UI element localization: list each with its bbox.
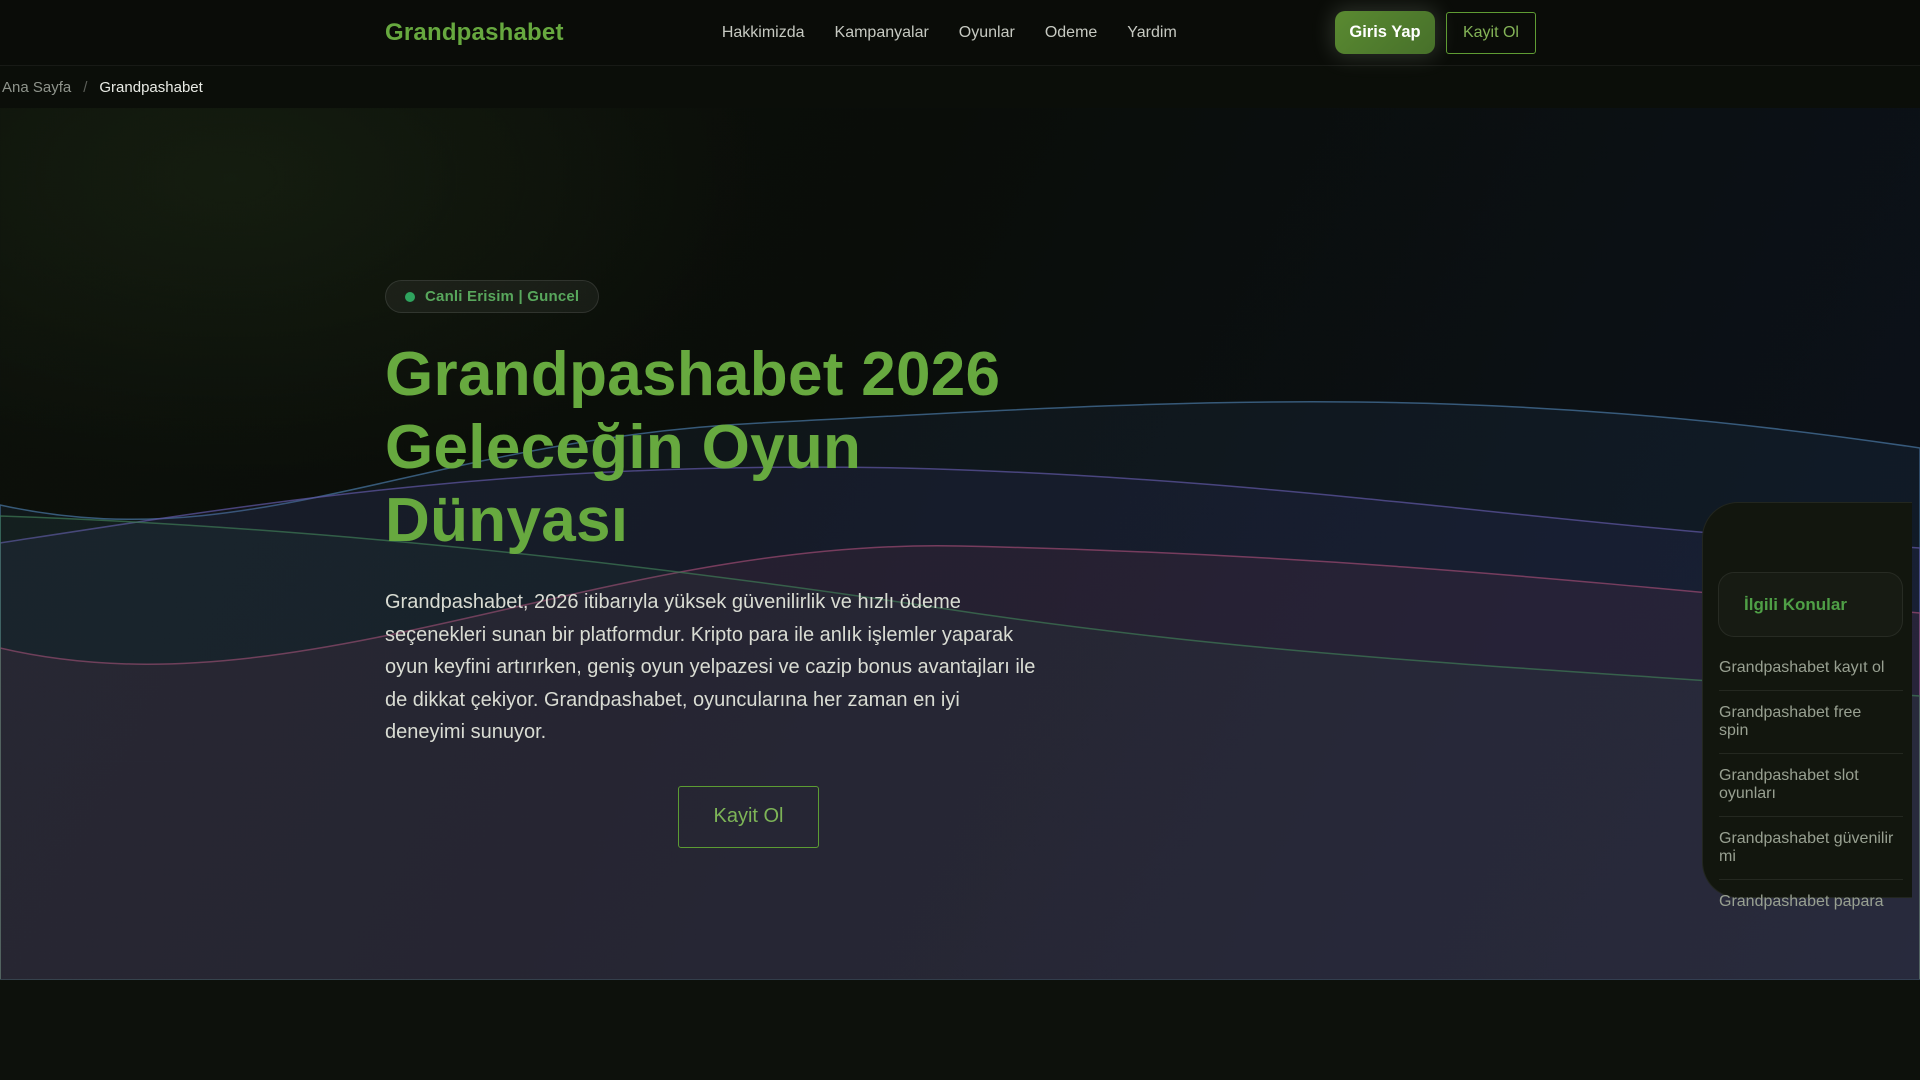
nav-link-oyunlar[interactable]: Oyunlar (959, 24, 1015, 42)
nav-link-odeme[interactable]: Odeme (1045, 24, 1097, 42)
related-topics-header: İlgili Konular (1718, 572, 1903, 637)
breadcrumb-separator: / (83, 78, 88, 96)
top-navbar: Grandpashabet Hakkimizda Kampanyalar Oyu… (0, 0, 1920, 66)
related-link-papara[interactable]: Grandpashabet papara (1719, 879, 1903, 924)
related-topics-title: İlgili Konular (1744, 594, 1847, 614)
nav-link-kampanyalar[interactable]: Kampanyalar (835, 24, 929, 42)
hero-section: Canli Erisim | Guncel Grandpashabet 2026… (0, 108, 1920, 980)
related-link-slot-oyunlari[interactable]: Grandpashabet slot oyunları (1719, 753, 1903, 816)
nav-link-yardim[interactable]: Yardim (1127, 24, 1177, 42)
page-title: Grandpashabet 2026 Geleceğin Oyun Dünyas… (385, 340, 1001, 555)
related-link-guvenilir-mi[interactable]: Grandpashabet güvenilir mi (1719, 816, 1903, 879)
hero-register-button[interactable]: Kayit Ol (678, 785, 819, 848)
navbar-inner: Grandpashabet Hakkimizda Kampanyalar Oyu… (0, 11, 1920, 54)
page-footer-area (0, 980, 1920, 1080)
live-status-badge: Canli Erisim | Guncel (385, 280, 600, 313)
breadcrumb: Ana Sayfa / Grandpashabet (0, 66, 1920, 108)
breadcrumb-home-link[interactable]: Ana Sayfa (2, 79, 71, 96)
related-link-free-spin[interactable]: Grandpashabet free spin (1719, 690, 1903, 753)
hero-description: Grandpashabet, 2026 itibarıyla yüksek gü… (385, 591, 1036, 744)
live-dot-icon (405, 291, 415, 302)
header-actions: Giris Yap Kayit Ol (1334, 11, 1536, 54)
login-button[interactable]: Giris Yap (1334, 11, 1435, 54)
related-link-kayit-ol[interactable]: Grandpashabet kayıt ol (1703, 646, 1912, 690)
brand-logo[interactable]: Grandpashabet (385, 19, 564, 47)
live-badge-label: Canli Erisim | Guncel (425, 288, 580, 305)
hero-content: Canli Erisim | Guncel Grandpashabet 2026… (0, 108, 1100, 848)
register-button[interactable]: Kayit Ol (1445, 11, 1536, 54)
breadcrumb-current: Grandpashabet (99, 78, 203, 96)
related-topics-list: Grandpashabet kayıt ol Grandpashabet fre… (1703, 646, 1912, 924)
related-topics-panel: İlgili Konular Grandpashabet kayıt ol Gr… (1702, 502, 1912, 910)
main-nav: Hakkimizda Kampanyalar Oyunlar Odeme Yar… (722, 24, 1177, 42)
nav-link-hakkimizda[interactable]: Hakkimizda (722, 24, 805, 42)
